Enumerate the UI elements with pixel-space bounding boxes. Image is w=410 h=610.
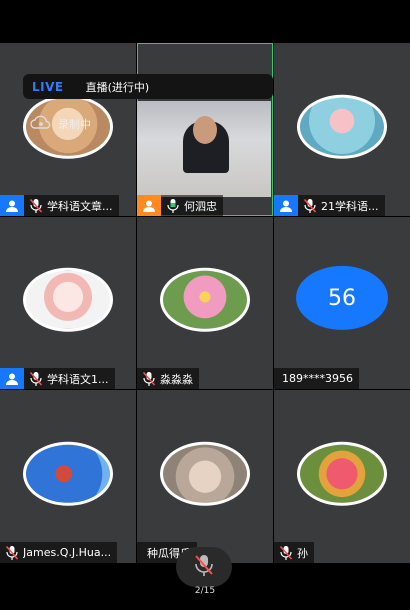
live-tag: LIVE (32, 79, 64, 94)
host-icon (0, 368, 24, 389)
mic-muted-icon (5, 545, 19, 561)
mic-muted-icon (279, 545, 293, 561)
recording-label: 录制中 (58, 117, 91, 131)
cloud-icon (30, 115, 52, 132)
participant-name-bar: 学科语文1... (0, 368, 115, 389)
participant-name: 21学科语... (321, 199, 379, 213)
recording-indicator: 录制中 (30, 115, 91, 132)
participant-avatar (160, 267, 250, 332)
participant-video (137, 101, 271, 197)
participant-tile[interactable]: 淼淼淼 (137, 217, 273, 389)
participant-name: 何泗忠 (184, 199, 217, 213)
host-icon (0, 195, 24, 216)
participant-avatar (23, 267, 113, 332)
participant-name: 学科语文章... (47, 199, 113, 213)
mic-active-icon (166, 198, 180, 214)
participant-tile[interactable]: 种瓜得瓜 (137, 390, 273, 563)
participant-name-bar: 189****3956 (274, 368, 359, 389)
cohost-icon (137, 195, 161, 216)
video-person-head (193, 116, 217, 144)
participant-name: James.Q.J.Hua... (23, 546, 112, 559)
participant-tile[interactable]: 孙 (274, 390, 410, 563)
participant-tile[interactable]: 学科语文1... (0, 217, 136, 389)
participant-avatar (297, 94, 387, 159)
participant-name-bar: 孙 (274, 542, 314, 563)
participant-name-bar: 21学科语... (274, 195, 385, 216)
live-status-text: 直播(进行中) (85, 80, 150, 94)
participant-name: 孙 (297, 546, 308, 560)
participant-tile[interactable]: James.Q.J.Hua... (0, 390, 136, 563)
participant-name-bar: 淼淼淼 (137, 368, 199, 389)
mic-muted-icon (142, 371, 156, 387)
participant-tile[interactable]: 56 189****3956 (274, 217, 410, 389)
mic-muted-icon (29, 371, 43, 387)
participant-avatar (160, 441, 250, 506)
participant-tile-active[interactable]: 何泗忠 (137, 43, 273, 216)
participant-name: 学科语文1... (47, 372, 109, 386)
participant-name-bar: 何泗忠 (137, 195, 223, 216)
participant-name: 淼淼淼 (160, 372, 193, 386)
participant-avatar (297, 441, 387, 506)
host-icon (274, 195, 298, 216)
participant-name: 189****3956 (282, 372, 353, 385)
mute-toggle-button[interactable] (176, 547, 232, 587)
participant-avatar (23, 441, 113, 506)
mic-muted-icon (29, 198, 43, 214)
participant-name-bar: 学科语文章... (0, 195, 119, 216)
participant-number-avatar: 56 (296, 265, 388, 330)
live-status-banner[interactable]: LIVE 直播(进行中) (23, 74, 273, 99)
participant-tile[interactable]: 21学科语... (274, 43, 410, 216)
mic-muted-icon (193, 553, 215, 581)
participant-name-bar: James.Q.J.Hua... (0, 542, 118, 563)
mic-muted-icon (303, 198, 317, 214)
page-indicator: 2/15 (194, 586, 216, 596)
